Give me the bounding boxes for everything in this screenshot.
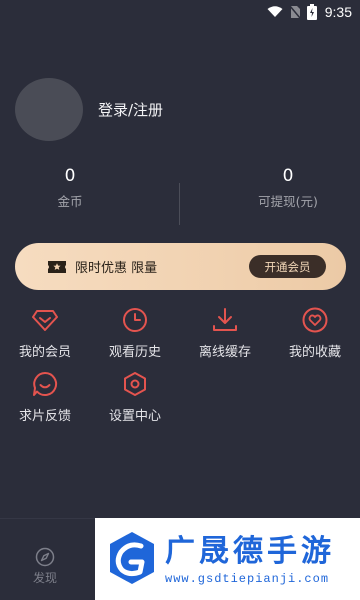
vip-promo-text: 限时优惠 限量 <box>75 261 158 276</box>
menu-label: 设置中心 <box>108 409 161 424</box>
menu-label: 离线缓存 <box>198 345 251 360</box>
watermark-url: www.gsdtiepianji.com <box>165 572 330 586</box>
settings-hexagon-icon <box>120 369 150 399</box>
watermark-logo-icon <box>110 532 154 584</box>
compass-icon <box>35 547 55 567</box>
menu-item-offline-cache[interactable]: 离线缓存 <box>180 305 270 360</box>
watermark-overlay: 广晟德手游 www.gsdtiepianji.com <box>95 518 360 600</box>
open-vip-button[interactable]: 开通会员 <box>249 255 326 278</box>
vip-ticket-icon <box>48 260 66 273</box>
clock-time: 9:35 <box>324 4 352 20</box>
withdraw-value: 0 <box>282 166 294 186</box>
clock-icon <box>120 305 150 335</box>
menu-item-my-vip[interactable]: 我的会员 <box>0 305 90 360</box>
vip-promo-banner[interactable]: 限时优惠 限量 开通会员 <box>15 243 346 290</box>
coins-stat[interactable]: 0 金币 <box>0 165 140 210</box>
vip-diamond-icon <box>30 305 60 335</box>
nav-tab-discover[interactable]: 发现 <box>20 547 70 586</box>
stats-row: 0 金币 0 可提现(元) <box>0 165 360 225</box>
chat-smile-icon <box>30 369 60 399</box>
menu-label: 我的收藏 <box>288 345 341 360</box>
coins-value: 0 <box>64 166 76 186</box>
stats-divider <box>179 183 180 225</box>
menu-item-watch-history[interactable]: 观看历史 <box>90 305 180 360</box>
menu-label: 观看历史 <box>108 345 161 360</box>
menu-label: 求片反馈 <box>18 409 71 424</box>
menu-item-settings[interactable]: 设置中心 <box>90 369 180 424</box>
login-register-link[interactable]: 登录/注册 <box>98 99 163 120</box>
status-bar: 9:35 <box>0 0 360 24</box>
heart-icon <box>300 305 330 335</box>
menu-item-request-feedback[interactable]: 求片反馈 <box>0 369 90 424</box>
withdraw-stat[interactable]: 0 可提现(元) <box>218 165 358 210</box>
battery-icon <box>306 4 317 20</box>
nav-label-discover: 发现 <box>32 571 57 585</box>
menu-item-my-favorites[interactable]: 我的收藏 <box>270 305 360 360</box>
menu-label: 我的会员 <box>18 345 71 360</box>
no-sim-icon <box>289 5 301 19</box>
avatar[interactable] <box>15 78 83 141</box>
profile-header: 登录/注册 <box>15 78 163 141</box>
wifi-icon <box>267 6 283 17</box>
download-icon <box>210 305 240 335</box>
watermark-title: 广晟德手游 <box>165 534 335 569</box>
withdraw-label: 可提现(元) <box>258 194 318 209</box>
coins-label: 金币 <box>57 194 83 209</box>
